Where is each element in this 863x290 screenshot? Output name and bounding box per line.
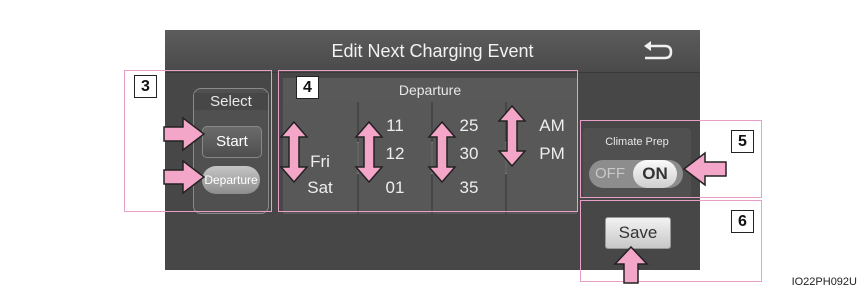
- callout-number-6: 6: [731, 210, 754, 233]
- image-id: IO22PH092U: [791, 276, 857, 288]
- pointer-arrow-icon: [163, 116, 206, 152]
- back-button[interactable]: [635, 38, 677, 64]
- pointer-arrow-icon: [613, 245, 649, 284]
- return-arrow-icon: [644, 41, 673, 60]
- scroll-arrows-icon: [279, 120, 309, 184]
- screen-title: Edit Next Charging Event: [331, 41, 534, 61]
- scroll-arrows-icon: [497, 104, 527, 168]
- pointer-arrow-icon: [682, 151, 727, 187]
- title-bar: Edit Next Charging Event: [165, 30, 700, 73]
- callout-number-5: 5: [731, 130, 754, 153]
- pointer-arrow-icon: [163, 159, 206, 195]
- callout-number-4: 4: [296, 76, 319, 99]
- callout-number-3: 3: [134, 75, 157, 98]
- scroll-arrows-icon: [427, 120, 457, 184]
- scroll-arrows-icon: [354, 120, 384, 184]
